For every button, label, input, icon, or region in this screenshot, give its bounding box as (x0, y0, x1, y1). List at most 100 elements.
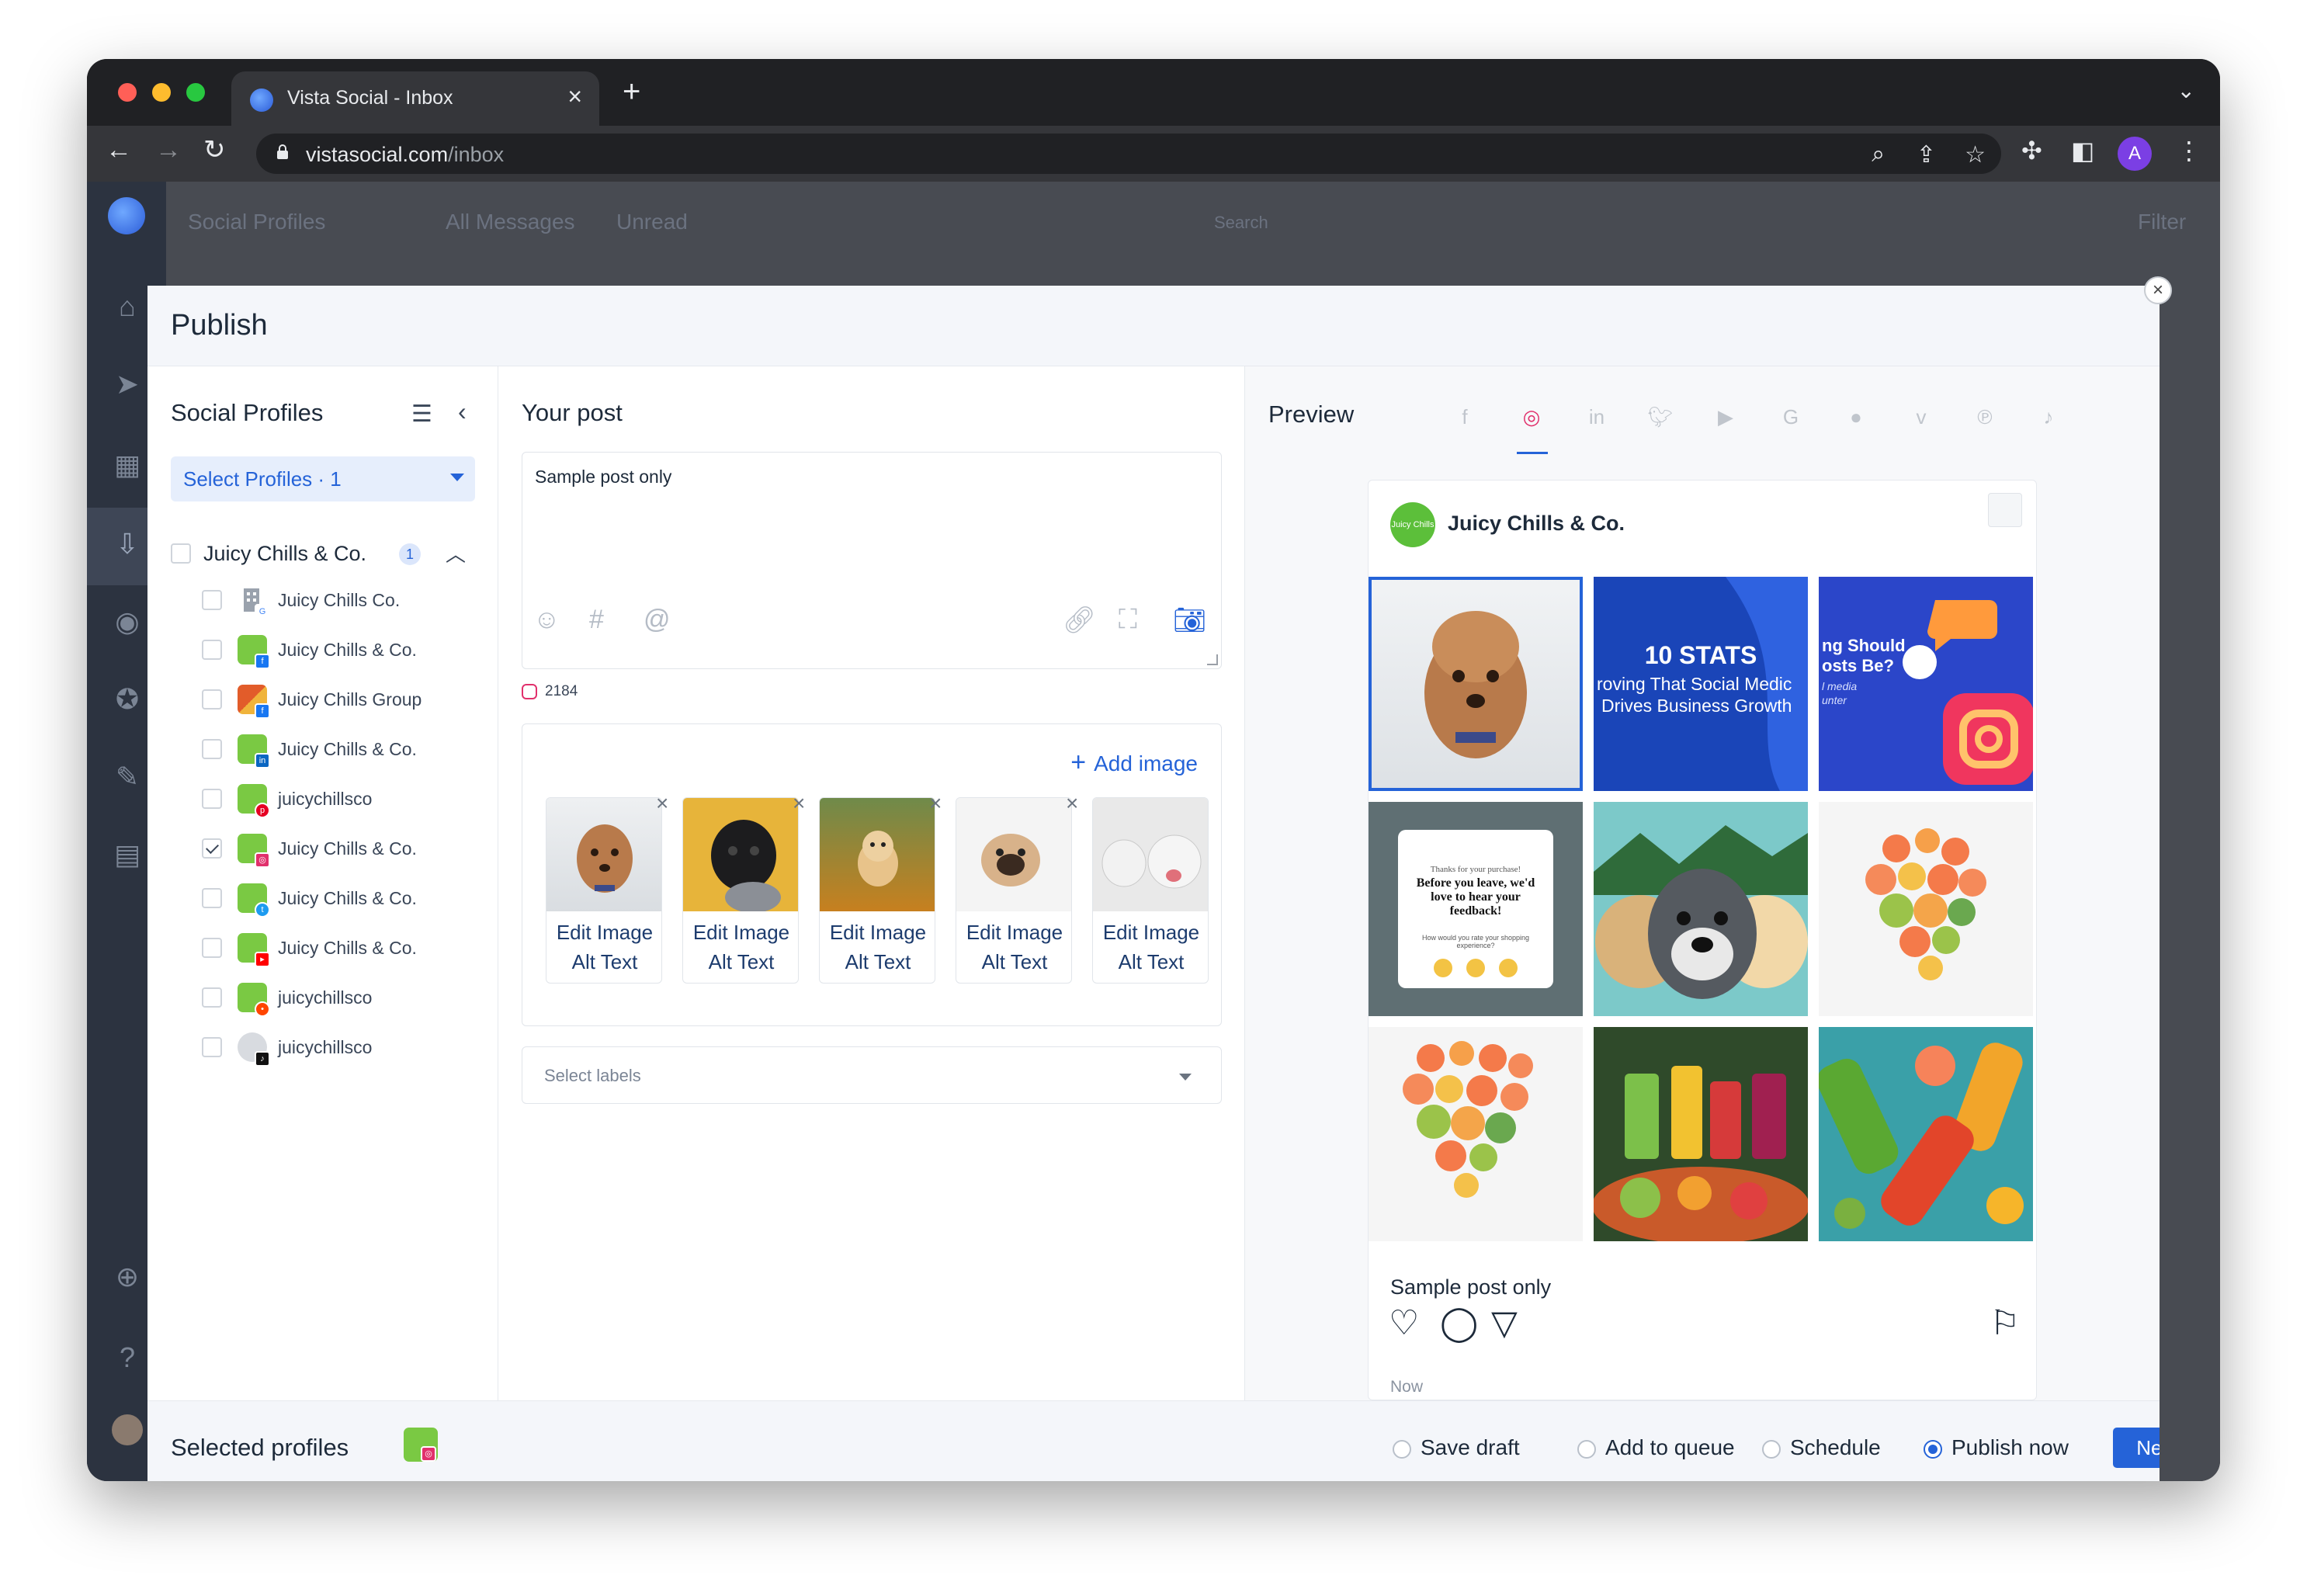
share-send-icon[interactable]: ▽ (1491, 1306, 1518, 1341)
preview-tab-vimeo-icon[interactable]: v (1908, 404, 1934, 430)
profile-row[interactable]: G Juicy Chills Co. (147, 576, 498, 626)
profile-checkbox[interactable] (202, 590, 222, 610)
comment-icon[interactable]: ◯ (1440, 1306, 1478, 1341)
image-placeholder-icon[interactable] (1988, 493, 2022, 527)
profile-row[interactable]: f Juicy Chills & Co. (147, 626, 498, 675)
publish-now-radio[interactable] (1924, 1440, 1942, 1459)
profile-row[interactable]: ◎ Juicy Chills & Co. (147, 824, 498, 874)
preview-tile-cockapoo[interactable] (1369, 577, 1583, 791)
emoji-icon[interactable]: ☺ (533, 605, 560, 635)
save-draft-radio[interactable] (1393, 1440, 1411, 1459)
new-tab-icon[interactable]: + (623, 76, 640, 107)
schedule-radio[interactable] (1762, 1440, 1781, 1459)
profile-row[interactable]: t Juicy Chills & Co. (147, 874, 498, 924)
media-thumbnail[interactable]: Edit Image Alt Text (546, 797, 662, 984)
video-icon[interactable]: ⛶ (1119, 605, 1137, 635)
edit-image-link[interactable]: Edit Image (546, 921, 661, 945)
group-collapse-chevron-icon[interactable]: ︿ (446, 539, 466, 567)
profile-row[interactable]: ♪ juicychillsco (147, 1023, 498, 1073)
media-thumbnail[interactable]: Edit Image Alt Text (819, 797, 935, 984)
preview-tile-citrus-heart-2[interactable] (1369, 1027, 1583, 1241)
extensions-icon[interactable]: ✣ (2021, 138, 2042, 163)
preview-tile-juices[interactable] (1594, 1027, 1808, 1241)
profile-row[interactable]: • juicychillsco (147, 973, 498, 1023)
preview-tab-facebook-icon[interactable]: f (1452, 404, 1478, 430)
link-icon[interactable]: 🔗︎ (1063, 605, 1096, 636)
profile-checkbox[interactable] (202, 789, 222, 809)
browser-tab[interactable]: Vista Social - Inbox × (231, 71, 599, 126)
browser-menu-icon[interactable]: ⋮ (2177, 138, 2201, 163)
select-labels-dropdown[interactable]: Select labels (522, 1046, 1222, 1104)
edit-image-link[interactable]: Edit Image (1093, 921, 1208, 945)
profile-checkbox-checked[interactable] (202, 838, 222, 859)
listening-icon[interactable]: ◉ (112, 605, 143, 637)
alt-text-link[interactable]: Alt Text (956, 950, 1071, 974)
zoom-search-icon[interactable]: ⌕ (1872, 141, 1885, 168)
like-heart-icon[interactable]: ♡ (1389, 1306, 1419, 1341)
bookmark-star-icon[interactable]: ☆ (1965, 141, 1986, 168)
preview-tab-instagram-icon[interactable]: ◎ (1518, 404, 1545, 430)
preview-tab-reddit-icon[interactable]: ● (1843, 404, 1869, 430)
post-text-editor[interactable]: Sample post only ☺ # @ 🔗︎ ⛶ 📷︎ (522, 452, 1222, 669)
media-thumbnail[interactable]: Edit Image Alt Text (682, 797, 799, 984)
preview-tab-tiktok-icon[interactable]: ♪ (2035, 404, 2062, 430)
address-bar[interactable]: vistasocial.com/inbox ⌕ ⇪ ☆ (256, 134, 2001, 174)
mention-icon[interactable]: @ (644, 605, 671, 635)
back-icon[interactable]: ← (106, 137, 132, 163)
minimize-window-icon[interactable] (152, 83, 171, 102)
calendar-icon[interactable]: ▦ (112, 449, 143, 481)
profile-row[interactable]: f Juicy Chills Group (147, 675, 498, 725)
preview-tile-instagram-promo[interactable]: ng Should osts Be? l media unter (1819, 577, 2033, 791)
maximize-window-icon[interactable] (186, 83, 205, 102)
tab-search-chevron-icon[interactable]: ⌄ (2177, 78, 2195, 103)
close-window-icon[interactable] (118, 83, 137, 102)
preview-tile-dogs[interactable] (1594, 802, 1808, 1016)
remove-media-icon[interactable]: × (1066, 791, 1078, 816)
reviews-star-icon[interactable]: ✪ (112, 683, 143, 715)
preview-tab-pinterest-icon[interactable]: ℗ (1972, 404, 1998, 430)
add-to-queue-label[interactable]: Add to queue (1605, 1435, 1735, 1460)
next-button[interactable]: Next (2113, 1428, 2160, 1468)
save-bookmark-icon[interactable]: ⚐ (1990, 1306, 2020, 1341)
home-icon[interactable]: ⌂ (112, 290, 143, 322)
publish-send-icon[interactable]: ➤ (112, 368, 143, 400)
media-thumbnail[interactable]: Edit Image Alt Text (1092, 797, 1209, 984)
edit-image-link[interactable]: Edit Image (956, 921, 1071, 945)
alt-text-link[interactable]: Alt Text (1093, 950, 1208, 974)
schedule-label[interactable]: Schedule (1790, 1435, 1881, 1460)
preview-tab-linkedin-icon[interactable]: in (1584, 404, 1610, 430)
reports-icon[interactable]: ▤ (112, 838, 143, 870)
hashtag-icon[interactable]: # (589, 605, 604, 635)
preview-tile-stats[interactable]: 10 STATS roving That Social Medic Drives B… (1594, 577, 1808, 791)
reload-icon[interactable]: ↻ (203, 137, 226, 163)
group-checkbox[interactable] (171, 543, 191, 564)
filter-icon[interactable]: ☰ (411, 401, 432, 428)
preview-tile-feedback[interactable]: Thanks for your purchase! Before you leav… (1369, 802, 1583, 1016)
add-image-button[interactable]: + Add image (1070, 748, 1198, 778)
profile-checkbox[interactable] (202, 888, 222, 908)
add-icon[interactable]: ⊕ (112, 1261, 143, 1292)
preview-tile-bottles[interactable] (1819, 1027, 2033, 1241)
profile-row[interactable]: p juicychillsco (147, 775, 498, 824)
profile-checkbox[interactable] (202, 938, 222, 958)
profile-checkbox[interactable] (202, 987, 222, 1008)
preview-tab-twitter-icon[interactable]: 🐦︎ (1647, 404, 1674, 430)
collapse-panel-icon[interactable]: ‹ (458, 397, 467, 426)
user-avatar[interactable] (112, 1414, 143, 1445)
vista-logo-icon[interactable] (108, 197, 145, 234)
inbox-icon[interactable]: ⇩ (112, 528, 143, 560)
browser-profile-avatar[interactable]: A (2118, 137, 2152, 171)
camera-icon[interactable]: 📷︎ (1173, 605, 1206, 636)
pin-icon[interactable]: ✎ (112, 761, 143, 793)
close-modal-icon[interactable]: × (2144, 276, 2172, 304)
profile-row[interactable]: in Juicy Chills & Co. (147, 725, 498, 775)
edit-image-link[interactable]: Edit Image (683, 921, 798, 945)
profile-checkbox[interactable] (202, 739, 222, 759)
select-profiles-dropdown[interactable]: Select Profiles · 1 (171, 456, 475, 501)
help-icon[interactable]: ? (112, 1341, 143, 1373)
add-to-queue-radio[interactable] (1577, 1440, 1596, 1459)
side-panel-icon[interactable]: ◧ (2071, 138, 2094, 163)
media-thumbnail[interactable]: Edit Image Alt Text (956, 797, 1072, 984)
alt-text-link[interactable]: Alt Text (546, 950, 661, 974)
profile-checkbox[interactable] (202, 689, 222, 710)
